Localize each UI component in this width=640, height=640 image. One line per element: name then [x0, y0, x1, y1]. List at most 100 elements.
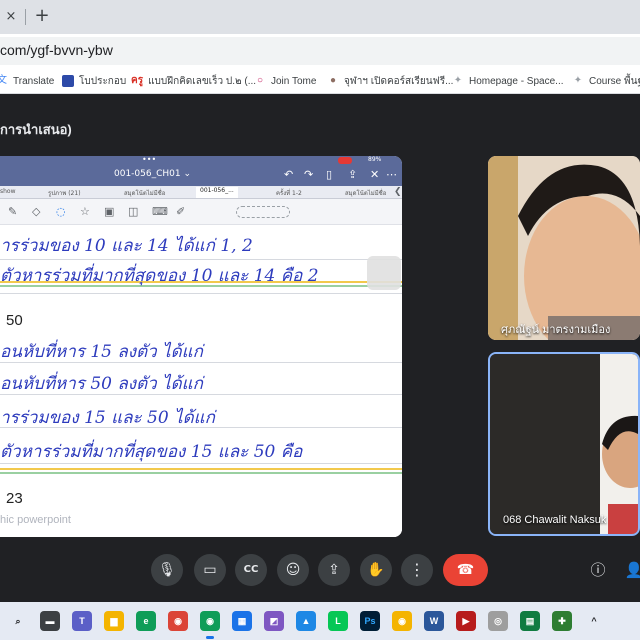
notes-tab[interactable]: รูปภาพ (21) [48, 188, 81, 198]
document-title-text: 001-056_CH01 [114, 169, 181, 179]
participant-tile-speaking[interactable]: 068 Chawalit Naksuk [488, 352, 640, 536]
notes-tabs: show รูปภาพ (21) สมุดโน้ตไม่มีชื่อ 001-0… [0, 186, 402, 199]
course-icon: ✦ [573, 75, 583, 86]
translate-icon: 文 [0, 75, 7, 86]
bookmark-kru[interactable]: ครู แบบฝึกคิดเลขเร็ว ป.๒ (... [131, 73, 256, 89]
wifi-icon[interactable]: ◎ [488, 611, 508, 631]
redo-icon[interactable]: ↷ [304, 168, 313, 181]
tome-icon: ○ [256, 75, 264, 86]
bookmark-space[interactable]: ✦ Homepage - Space... [452, 73, 564, 89]
more-icon[interactable]: ⋯ [386, 168, 397, 181]
captions-button[interactable]: CC [235, 554, 267, 586]
handwriting-line: ตัวหารร่วมที่มากที่สุดของ 15 และ 50 คือ [0, 442, 303, 462]
sticky-icon[interactable]: ◩ [264, 611, 284, 631]
status-dots: ••• [142, 156, 157, 164]
word-icon[interactable]: W [424, 611, 444, 631]
bookmark-label: โบประกอบ [79, 75, 127, 87]
bookmarks-bar: 文 Translate โบประกอบ ครู แบบฝึกคิดเลขเร็… [0, 68, 640, 94]
chrome-alt-icon[interactable]: ◉ [392, 611, 412, 631]
ruled-line [0, 293, 402, 294]
chula-icon: ● [329, 75, 337, 86]
chrome-icon[interactable]: ◉ [168, 611, 188, 631]
close-tab-icon[interactable]: × [2, 8, 20, 26]
line-icon[interactable]: L [328, 611, 348, 631]
recording-indicator-icon [338, 157, 352, 164]
undo-icon[interactable]: ↶ [284, 168, 293, 181]
notes-title-bar: 001-056_CH01 ⌄ ↶ ↷ ▯ ⇪ ✕ ⋯ [0, 166, 402, 186]
more-options-button[interactable]: ⋮ [401, 554, 433, 586]
camera-button[interactable]: ▭ [194, 554, 226, 586]
close-icon[interactable]: ✕ [370, 168, 379, 181]
excel-icon[interactable]: ▤ [520, 611, 540, 631]
watermark-text: hic powerpoint [0, 514, 71, 526]
eraser-icon[interactable]: ◇ [32, 205, 40, 218]
tab-divider [25, 9, 26, 25]
bookmark-thai-flag[interactable]: โบประกอบ [62, 73, 126, 89]
present-button[interactable]: ⇪ [318, 554, 350, 586]
image-icon[interactable]: ▣ [104, 205, 114, 218]
chevron-up-icon[interactable]: ^ [584, 611, 604, 631]
question-number: 23 [6, 490, 23, 507]
bookmark-join-tome[interactable]: ○ Join Tome [254, 73, 316, 89]
folder-icon[interactable]: ▆ [104, 611, 124, 631]
floating-thumbnail[interactable] [367, 256, 401, 290]
pen-color-picker[interactable] [236, 206, 290, 218]
bookmark-label: Translate [13, 75, 55, 87]
raise-hand-button[interactable]: ✋ [360, 554, 392, 586]
sidebar-handle-icon[interactable]: ❮ [394, 187, 402, 203]
space-icon: ✦ [453, 75, 463, 86]
keyboard-icon[interactable]: ⌨ [152, 205, 168, 218]
edge-icon[interactable]: e [136, 611, 156, 631]
participant-video [488, 156, 640, 340]
end-call-button[interactable]: ☎ [443, 554, 488, 586]
pen-icon[interactable]: ✎ [8, 205, 17, 218]
media-icon[interactable]: ▶ [456, 611, 476, 631]
notes-page[interactable]: ารร่วมของ 10 และ 14 ได้แก่ 1, 2 ตัวหารร่… [0, 226, 402, 537]
info-icon[interactable]: ⓘ [588, 560, 608, 580]
new-tab-button[interactable]: + [32, 6, 52, 26]
store-icon[interactable]: ▦ [232, 611, 252, 631]
chrome-profile-icon[interactable]: ◉ [200, 611, 220, 631]
search-icon[interactable]: ⌕ [8, 611, 28, 631]
presentation-screen: ••• 89% 001-056_CH01 ⌄ ↶ ↷ ▯ ⇪ ✕ ⋯ show … [0, 156, 402, 537]
browser-toolbar: com/ygf-bvvn-ybw [0, 34, 640, 68]
participant-video [490, 354, 638, 534]
notes-tab[interactable]: show [0, 188, 16, 195]
handwriting-line: อนหับที่หาร 50 ลงตัว ได้แก่ [0, 374, 203, 394]
bookmark-label: จุฬาฯ เปิดคอร์สเรียนฟรี... [344, 75, 454, 87]
share-icon[interactable]: ⇪ [348, 168, 357, 181]
tab-strip: × + [0, 0, 640, 34]
taskbar: ⌕ ▬ T ▆ e ◉ ◉ ▦ ◩ ▲ L Ps ◉ W ▶ ◎ ▤ ✚ ^ [0, 602, 640, 640]
shape-icon[interactable]: ☆ [80, 205, 90, 218]
screen: × + com/ygf-bvvn-ybw 文 Translate โบประกอ… [0, 0, 640, 640]
handwriting-line: ตัวหารร่วมที่มากที่สุดของ 10 และ 14 คือ … [0, 266, 319, 286]
notes-tab-active[interactable]: 001-056_... [196, 187, 238, 198]
microphone-button[interactable]: 🎙 [151, 554, 183, 586]
notes-tab[interactable]: สมุดโน้ตไม่มีชื่อ [124, 188, 165, 198]
photos-icon[interactable]: ▲ [296, 611, 316, 631]
bookmark-label: Homepage - Space... [469, 75, 564, 87]
camera-icon[interactable]: ◫ [128, 205, 138, 218]
photoshop-icon[interactable]: Ps [360, 611, 380, 631]
notes-tab[interactable]: ครั้งที่ 1-2 [276, 188, 302, 198]
teams-icon[interactable]: T [72, 611, 92, 631]
handwriting-line: อนหับที่หาร 15 ลงตัว ได้แก่ [0, 342, 203, 362]
bookmark-icon[interactable]: ▯ [326, 168, 332, 181]
document-title[interactable]: 001-056_CH01 ⌄ [114, 169, 191, 179]
meeting-title: การนำเสนอ) [0, 122, 72, 137]
app-green-icon[interactable]: ✚ [552, 611, 572, 631]
kru-icon: ครู [131, 75, 144, 86]
file-explorer-icon[interactable]: ▬ [40, 611, 60, 631]
bookmark-chula[interactable]: ● จุฬาฯ เปิดคอร์สเรียนฟรี... [327, 73, 453, 89]
emoji-button[interactable]: ☺ [277, 554, 309, 586]
divider-green [0, 472, 402, 474]
bookmark-translate[interactable]: 文 Translate [0, 73, 54, 89]
bookmark-course[interactable]: ✦ Course พื้นฐาน [572, 73, 640, 89]
highlighter-icon[interactable]: ✐ [176, 205, 185, 218]
lasso-icon[interactable]: ◌ [56, 205, 66, 218]
people-icon[interactable]: 👤 [624, 560, 640, 580]
battery-level: 89% [368, 156, 382, 163]
participant-tile[interactable]: ศุภณัฐน์ มาตรงามเมือง [488, 156, 640, 340]
url-text[interactable]: com/ygf-bvvn-ybw [0, 42, 113, 58]
notes-tab[interactable]: สมุดโน้ตไม่มีชื่อ [345, 188, 386, 198]
